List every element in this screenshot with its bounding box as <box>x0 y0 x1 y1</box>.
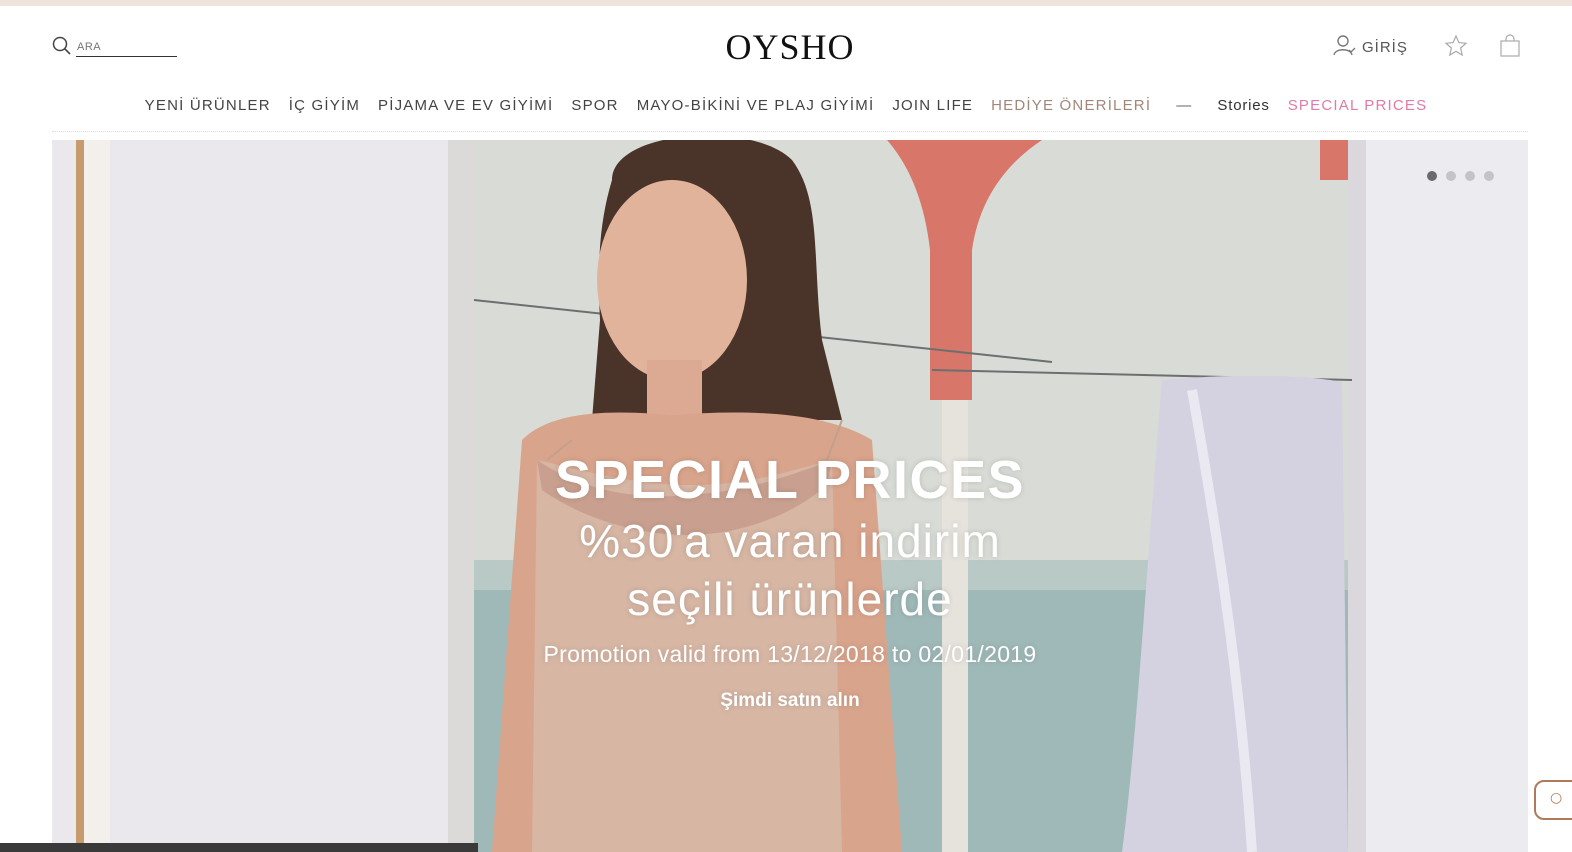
search-input[interactable] <box>76 38 177 57</box>
chat-button[interactable]: ○ <box>1534 780 1572 820</box>
hero-subtitle-line2: seçili ürünlerde <box>627 573 953 625</box>
star-icon <box>1444 34 1468 62</box>
search-box[interactable] <box>52 36 178 58</box>
top-accent-band <box>0 0 1572 6</box>
header-divider <box>52 131 1528 132</box>
main-navigation: YENİ ÜRÜNLER İÇ GİYİM PİJAMA VE EV GİYİM… <box>0 93 1572 117</box>
nav-sport[interactable]: SPOR <box>571 97 618 114</box>
hero-banner[interactable]: SPECIAL PRICES %30'a varan indirim seçil… <box>52 140 1528 852</box>
nav-separator: — <box>1176 96 1193 114</box>
search-icon[interactable] <box>52 36 72 56</box>
wishlist-button[interactable] <box>1444 34 1468 58</box>
nav-pyjamas-homewear[interactable]: PİJAMA VE EV GİYİMİ <box>378 97 553 114</box>
hero-subtitle-line1: %30'a varan indirim <box>579 515 1001 567</box>
login-label: GİRİŞ <box>1362 38 1408 56</box>
nav-swimwear-beachwear[interactable]: MAYO-BİKİNİ VE PLAJ GİYİMİ <box>637 97 875 114</box>
nav-new-products[interactable]: YENİ ÜRÜNLER <box>145 97 271 114</box>
shop-now-link[interactable]: Şimdi satın alın <box>720 690 859 712</box>
shopping-bag-button[interactable] <box>1498 34 1522 58</box>
promotion-dates: Promotion valid from 13/12/2018 to 02/01… <box>543 641 1037 667</box>
nav-underwear[interactable]: İÇ GİYİM <box>289 97 360 114</box>
nav-join-life[interactable]: JOIN LIFE <box>892 97 973 114</box>
login-link[interactable]: GİRİŞ <box>1332 34 1408 60</box>
carousel-indicators <box>1427 171 1494 181</box>
carousel-dot-3[interactable] <box>1465 171 1475 181</box>
nav-stories[interactable]: Stories <box>1217 97 1269 114</box>
chat-icon: ○ <box>1550 790 1563 806</box>
nav-gift-ideas[interactable]: HEDİYE ÖNERİLERİ <box>991 97 1151 114</box>
user-icon <box>1332 33 1356 61</box>
shopping-bag-icon <box>1498 34 1522 62</box>
brand-logo[interactable]: OYSHO <box>700 26 880 68</box>
hero-text: SPECIAL PRICES %30'a varan indirim seçil… <box>52 448 1528 712</box>
carousel-dot-4[interactable] <box>1484 171 1494 181</box>
carousel-dot-2[interactable] <box>1446 171 1456 181</box>
hero-title: SPECIAL PRICES <box>554 450 1026 510</box>
carousel-dot-1[interactable] <box>1427 171 1437 181</box>
bottom-bar <box>0 843 478 852</box>
nav-special-prices[interactable]: SPECIAL PRICES <box>1288 97 1428 114</box>
